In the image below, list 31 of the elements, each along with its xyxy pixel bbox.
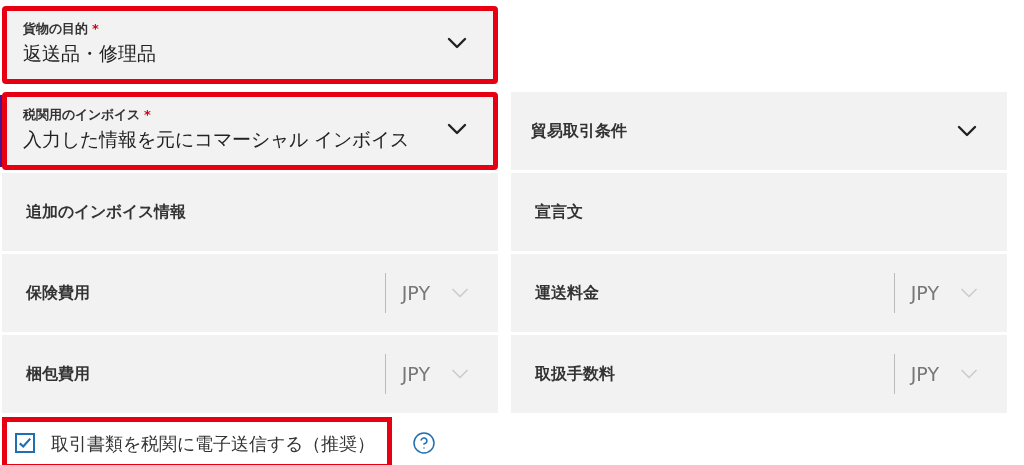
currency-select[interactable]: JPY: [910, 278, 983, 308]
section-header[interactable]: 追加のインボイス情報: [2, 173, 498, 251]
field-label: 貿易取引条件: [531, 120, 627, 142]
checkbox-label: 取引書類を税関に電子送信する（推奨）: [51, 431, 375, 456]
amount-field[interactable]: 梱包費用 JPY: [2, 335, 498, 413]
field-label: 税関用のインボイス: [23, 106, 140, 124]
select-field[interactable]: 税関用のインボイス * 入力した情報を元にコマーシャル インボイス: [2, 92, 498, 170]
amount-field[interactable]: 保険費用 JPY: [2, 254, 498, 332]
check-icon: [18, 436, 32, 450]
checkbox[interactable]: [15, 433, 35, 453]
field-label: 貨物の目的: [23, 20, 88, 38]
select-field[interactable]: 貿易取引条件: [511, 92, 1007, 170]
section-header[interactable]: 宣言文: [511, 173, 1007, 251]
amount-field[interactable]: 運送料金 JPY: [511, 254, 1007, 332]
field-value: 入力した情報を元にコマーシャル インボイス: [23, 126, 410, 152]
field-label: 保険費用: [26, 282, 91, 304]
section-title: 追加のインボイス情報: [26, 201, 186, 223]
amount-field[interactable]: 取扱手数料 JPY: [511, 335, 1007, 413]
checkbox-row[interactable]: 取引書類を税関に電子送信する（推奨）: [2, 417, 392, 465]
currency-select[interactable]: JPY: [401, 359, 474, 389]
currency-select[interactable]: JPY: [401, 278, 474, 308]
currency-select[interactable]: JPY: [910, 359, 983, 389]
required-mark: *: [144, 106, 151, 124]
field-label: 運送料金: [535, 282, 600, 304]
help-icon[interactable]: [412, 431, 436, 455]
field-label: 取扱手数料: [535, 363, 616, 385]
required-mark: *: [92, 20, 99, 38]
field-value: 返送品・修理品: [23, 40, 156, 66]
field-label: 梱包費用: [26, 363, 91, 385]
select-field[interactable]: 貨物の目的 * 返送品・修理品: [2, 6, 498, 84]
section-title: 宣言文: [535, 201, 583, 223]
